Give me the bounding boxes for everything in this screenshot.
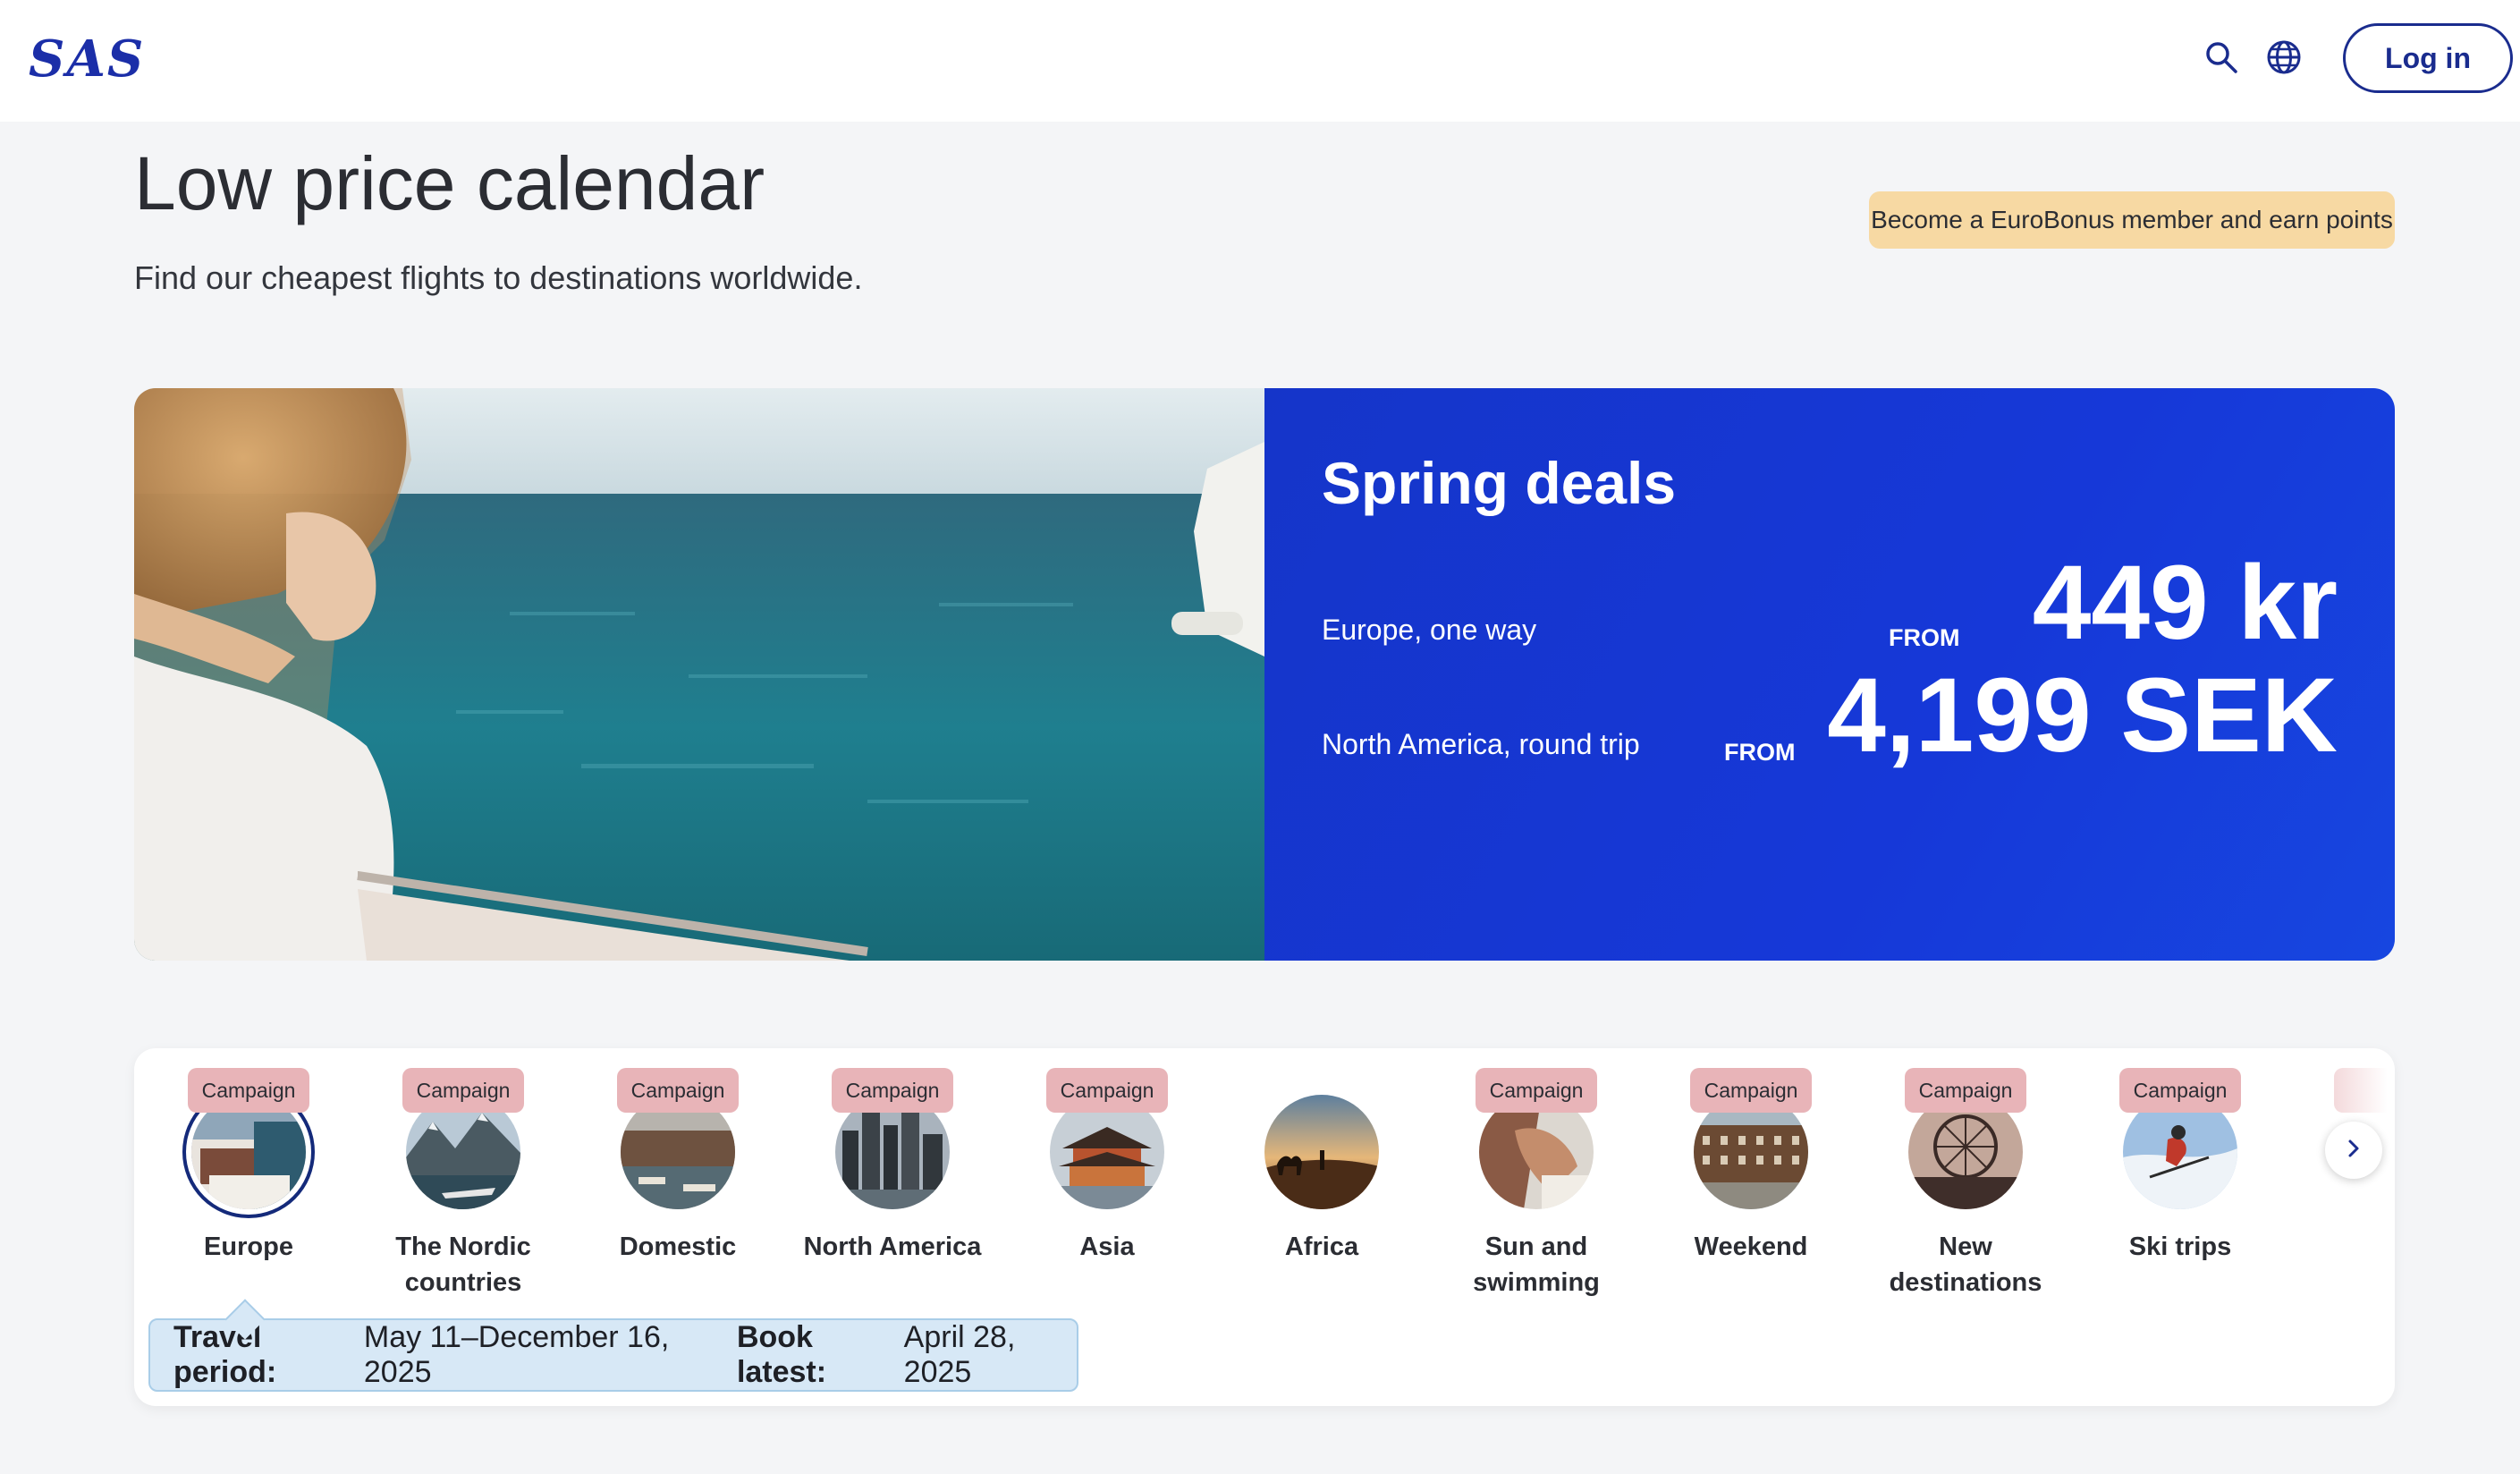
deal-price-europe: 449 kr	[2032, 544, 2338, 662]
category-domestic[interactable]: Campaign Domestic	[588, 1068, 767, 1292]
page-title: Low price calendar	[134, 141, 765, 225]
category-label: Domestic	[619, 1233, 737, 1261]
sas-logo[interactable]: SAS	[29, 30, 145, 88]
deal-from-europe: FROM	[1889, 624, 1960, 651]
site-header: SAS Log in	[0, 0, 2520, 122]
category-nordic-countries[interactable]: Campaign The Nordic countries	[374, 1068, 553, 1297]
category-label: Ski trips	[2128, 1233, 2232, 1261]
category-label: North America	[803, 1233, 982, 1261]
campaign-badge: Campaign	[1476, 1068, 1597, 1113]
campaign-badge: Campaign	[1046, 1068, 1168, 1113]
spring-deals-banner[interactable]: Spring deals Europe, one way FROM 449 kr…	[134, 388, 2395, 961]
campaign-badge: Campaign	[188, 1068, 309, 1113]
hero-photo	[134, 388, 1264, 961]
campaign-badge: Campaign	[1905, 1068, 2026, 1113]
category-label: Sun and swimming	[1473, 1233, 1600, 1297]
campaign-badge: Campaign	[832, 1068, 953, 1113]
category-label: The Nordic countries	[395, 1233, 531, 1297]
campaign-badge: Campaign	[617, 1068, 739, 1113]
category-ski-trips[interactable]: Campaign Ski trips	[2091, 1068, 2270, 1292]
category-europe[interactable]: Campaign Europe	[159, 1068, 338, 1292]
deal-price-north-america: 4,199 SEK	[1827, 657, 2338, 775]
book-latest-label: Book latest:	[736, 1320, 827, 1389]
category-label: Weekend	[1694, 1233, 1808, 1261]
category-panel: Campaign Europe Campaign The Nordic coun…	[134, 1048, 2395, 1406]
category-image	[1264, 1095, 1379, 1209]
campaign-info-box: Travel period: May 11–December 16, 2025 …	[148, 1299, 1078, 1392]
category-label: Europe	[204, 1233, 293, 1261]
category-asia[interactable]: Campaign Asia	[1018, 1068, 1197, 1292]
campaign-badge: Campaign	[2119, 1068, 2241, 1113]
login-button[interactable]: Log in	[2343, 23, 2513, 93]
category-label: Asia	[1079, 1233, 1135, 1261]
campaign-badge: Campaign	[402, 1068, 524, 1113]
category-sun-and-swimming[interactable]: Campaign Sun and swimming	[1447, 1068, 1626, 1297]
deal-panel[interactable]: Spring deals Europe, one way FROM 449 kr…	[1264, 388, 2395, 961]
chevron-right-icon	[2341, 1136, 2366, 1165]
search-icon[interactable]	[2202, 38, 2241, 77]
eurobonus-badge[interactable]: Become a EuroBonus member and earn point…	[1869, 191, 2395, 249]
globe-icon[interactable]	[2264, 38, 2304, 77]
travel-period-value: May 11–December 16, 2025	[363, 1320, 670, 1389]
category-weekend[interactable]: Campaign Weekend	[1662, 1068, 1840, 1292]
category-label: New destinations	[1889, 1233, 2042, 1297]
deal-from-north-america: FROM	[1724, 739, 1796, 766]
next-category-badge-partial	[2334, 1068, 2388, 1113]
category-africa[interactable]: Africa	[1232, 1068, 1411, 1292]
book-latest-value: April 28, 2025	[903, 1320, 1016, 1389]
travel-period-label: Travel period:	[173, 1320, 277, 1389]
deal-title: Spring deals	[1322, 450, 1677, 516]
category-north-america[interactable]: Campaign North America	[803, 1068, 982, 1292]
carousel-next-button[interactable]	[2325, 1122, 2382, 1179]
page-subtitle: Find our cheapest flights to destination…	[134, 259, 863, 296]
deal-label-europe: Europe, one way	[1322, 614, 1537, 646]
category-label: Africa	[1284, 1233, 1359, 1261]
campaign-badge: Campaign	[1690, 1068, 1812, 1113]
deal-label-north-america: North America, round trip	[1322, 728, 1640, 760]
category-new-destinations[interactable]: Campaign New destinations	[1876, 1068, 2055, 1297]
